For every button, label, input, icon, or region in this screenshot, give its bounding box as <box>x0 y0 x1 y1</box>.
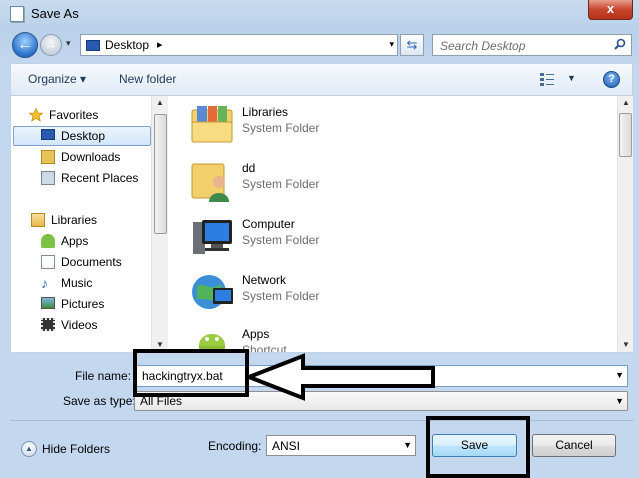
encoding-dropdown-icon[interactable]: ▼ <box>403 440 412 450</box>
close-button[interactable]: x <box>588 0 633 20</box>
file-item-libraries[interactable]: Libraries System Folder <box>189 102 589 158</box>
file-item-network[interactable]: Network System Folder <box>189 270 589 326</box>
desktop-icon <box>86 40 100 51</box>
hide-folders-button[interactable]: Hide Folders <box>42 442 110 456</box>
title-bar: Save As x <box>0 0 639 28</box>
encoding-select[interactable]: ANSI ▼ <box>266 435 416 456</box>
save-as-type-dropdown-icon[interactable]: ▼ <box>615 396 624 406</box>
file-list-scrollbar[interactable]: ▲ ▼ <box>617 96 633 352</box>
file-list[interactable]: Libraries System Folder dd System Folder… <box>169 96 617 352</box>
file-name-highlight-box <box>133 349 249 397</box>
address-bar[interactable]: Desktop ▸ ▾ <box>80 34 398 56</box>
user-folder-icon <box>191 163 229 202</box>
computer-icon <box>193 220 232 254</box>
scroll-up-icon[interactable]: ▲ <box>622 98 630 107</box>
apps-icon <box>41 234 55 248</box>
documents-icon <box>41 255 55 269</box>
view-options-icon[interactable] <box>539 71 555 87</box>
save-as-type-label: Save as type: <box>63 394 136 408</box>
annotation-arrow-icon <box>245 353 435 401</box>
browser-panes: Favorites Desktop Downloads Recent Place… <box>10 95 633 353</box>
desktop-icon <box>41 129 55 140</box>
hide-folders-icon[interactable]: ▲ <box>21 441 37 457</box>
command-bar: Organize ▾ New folder ▼ ? <box>10 63 633 95</box>
pictures-icon <box>41 297 55 309</box>
downloads-icon <box>41 150 55 164</box>
organize-menu[interactable]: Organize ▾ <box>28 72 86 86</box>
file-name-label: File name: <box>75 369 132 383</box>
forward-button[interactable]: → <box>40 34 62 56</box>
divider <box>10 420 633 421</box>
videos-icon <box>41 318 55 331</box>
apps-shortcut-icon <box>199 334 225 352</box>
search-placeholder: Search Desktop <box>440 39 526 53</box>
back-button[interactable]: ← <box>12 32 38 58</box>
scroll-down-icon[interactable]: ▼ <box>156 340 164 349</box>
encoding-value: ANSI <box>272 439 301 453</box>
search-icon[interactable] <box>614 38 626 50</box>
address-dropdown-icon[interactable]: ▾ <box>389 39 394 50</box>
notepad-icon <box>10 6 24 22</box>
file-item-apps[interactable]: Apps Shortcut <box>189 324 589 352</box>
search-input[interactable]: Search Desktop <box>432 34 632 56</box>
scrollbar-thumb[interactable] <box>619 113 632 157</box>
address-row: ← → ▾ Desktop ▸ ▾ ⇆ Search Desktop <box>0 30 639 60</box>
encoding-label: Encoding: <box>208 439 262 453</box>
help-button[interactable]: ? <box>603 71 620 88</box>
view-dropdown-icon[interactable]: ▼ <box>567 73 576 83</box>
path-separator-icon[interactable]: ▸ <box>157 38 163 51</box>
scroll-up-icon[interactable]: ▲ <box>156 98 164 107</box>
music-icon: ♪ <box>41 275 48 291</box>
libraries-folder-icon <box>191 106 233 143</box>
address-path[interactable]: Desktop <box>105 38 149 52</box>
network-icon <box>192 275 233 309</box>
file-item-computer[interactable]: Computer System Folder <box>189 214 589 270</box>
file-item-dd[interactable]: dd System Folder <box>189 158 589 214</box>
recent-locations-dropdown-icon[interactable]: ▾ <box>66 38 71 49</box>
file-name-dropdown-icon[interactable]: ▼ <box>615 370 624 380</box>
recent-places-icon <box>41 171 55 185</box>
refresh-button[interactable]: ⇆ <box>400 34 424 56</box>
new-folder-button[interactable]: New folder <box>119 72 176 86</box>
window-title: Save As <box>31 6 79 21</box>
libraries-icon <box>31 213 45 227</box>
scroll-down-icon[interactable]: ▼ <box>622 340 630 349</box>
star-icon <box>29 108 43 122</box>
navigation-scrollbar[interactable]: ▲ ▼ <box>151 96 168 352</box>
save-button-highlight-box <box>426 416 530 478</box>
navigation-pane[interactable]: Favorites Desktop Downloads Recent Place… <box>11 96 168 352</box>
save-as-dialog: Save As x ← → ▾ Desktop ▸ ▾ ⇆ Search Des… <box>0 0 639 478</box>
cancel-button[interactable]: Cancel <box>532 434 616 457</box>
scrollbar-thumb[interactable] <box>154 114 167 234</box>
